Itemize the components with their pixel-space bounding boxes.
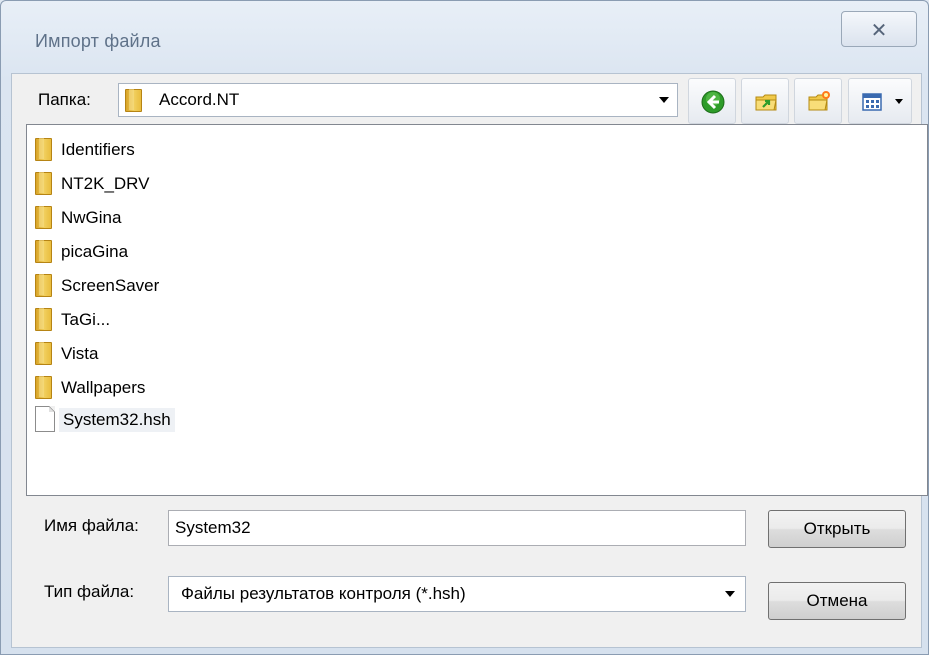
- folder-combobox[interactable]: Accord.NT: [118, 83, 678, 117]
- dialog-body: Папка: Accord.NT Identifiers NT2K_DRV Nw…: [11, 73, 928, 648]
- list-item[interactable]: TaGi...: [35, 305, 435, 335]
- import-file-dialog: Импорт файла ✕ Папка: Accord.NT Identifi…: [0, 0, 929, 655]
- view-menu-button[interactable]: [848, 78, 912, 124]
- up-folder-button[interactable]: [741, 78, 789, 124]
- new-folder-icon: [808, 91, 830, 111]
- new-folder-button[interactable]: [794, 78, 842, 124]
- back-arrow-icon: [701, 90, 725, 114]
- filetype-combobox-value: Файлы результатов контроля (*.hsh): [181, 584, 466, 603]
- list-item-label: System32.hsh: [59, 408, 175, 432]
- chevron-down-icon: [895, 99, 903, 104]
- chevron-down-icon[interactable]: [725, 591, 735, 597]
- filetype-combobox[interactable]: Файлы результатов контроля (*.hsh): [168, 576, 746, 612]
- list-item[interactable]: System32.hsh: [35, 405, 435, 435]
- cancel-button-label: Отмена: [806, 591, 868, 610]
- folder-icon: [35, 206, 52, 229]
- view-menu-icon: [862, 93, 882, 111]
- folder-icon: [35, 274, 52, 297]
- title-bar[interactable]: Импорт файла ✕: [1, 1, 928, 73]
- filename-input[interactable]: System32: [168, 510, 746, 546]
- chevron-down-icon[interactable]: [659, 97, 669, 103]
- folder-icon: [35, 240, 52, 263]
- folder-icon: [35, 308, 52, 331]
- filename-label: Имя файла:: [44, 516, 139, 535]
- folder-icon: [35, 376, 52, 399]
- close-icon: ✕: [870, 20, 888, 42]
- list-item-label: NwGina: [61, 208, 122, 227]
- list-item[interactable]: Identifiers: [35, 135, 435, 165]
- list-item-label: Vista: [61, 344, 99, 363]
- list-item[interactable]: NT2K_DRV: [35, 169, 435, 199]
- folder-icon: [35, 172, 52, 195]
- file-list[interactable]: Identifiers NT2K_DRV NwGina picaGina Scr…: [26, 124, 928, 496]
- folder-icon: [125, 89, 142, 112]
- list-item-label: TaGi...: [61, 310, 111, 329]
- list-item[interactable]: ScreenSaver: [35, 271, 435, 301]
- filetype-label: Тип файла:: [44, 582, 135, 601]
- list-item[interactable]: Wallpapers: [35, 373, 435, 403]
- back-button[interactable]: [688, 78, 736, 124]
- open-button-label: Открыть: [803, 519, 871, 538]
- open-button[interactable]: Открыть: [768, 510, 906, 548]
- list-item-label: picaGina: [61, 242, 129, 261]
- list-item[interactable]: picaGina: [35, 237, 435, 267]
- folder-icon: [35, 342, 52, 365]
- list-item[interactable]: Vista: [35, 339, 435, 369]
- list-item-label: Wallpapers: [61, 378, 146, 397]
- dialog-title: Импорт файла: [35, 31, 161, 51]
- cancel-button[interactable]: Отмена: [768, 582, 906, 620]
- list-item-label: NT2K_DRV: [61, 174, 150, 193]
- list-item-label: ScreenSaver: [61, 276, 160, 295]
- close-button[interactable]: ✕: [841, 11, 917, 47]
- folder-label: Папка:: [38, 90, 91, 109]
- list-item[interactable]: NwGina: [35, 203, 435, 233]
- list-item-label: Identifiers: [61, 140, 135, 159]
- folder-combobox-value: Accord.NT: [159, 90, 240, 109]
- file-icon: [35, 406, 55, 432]
- folder-up-icon: [755, 94, 777, 111]
- folder-icon: [35, 138, 52, 161]
